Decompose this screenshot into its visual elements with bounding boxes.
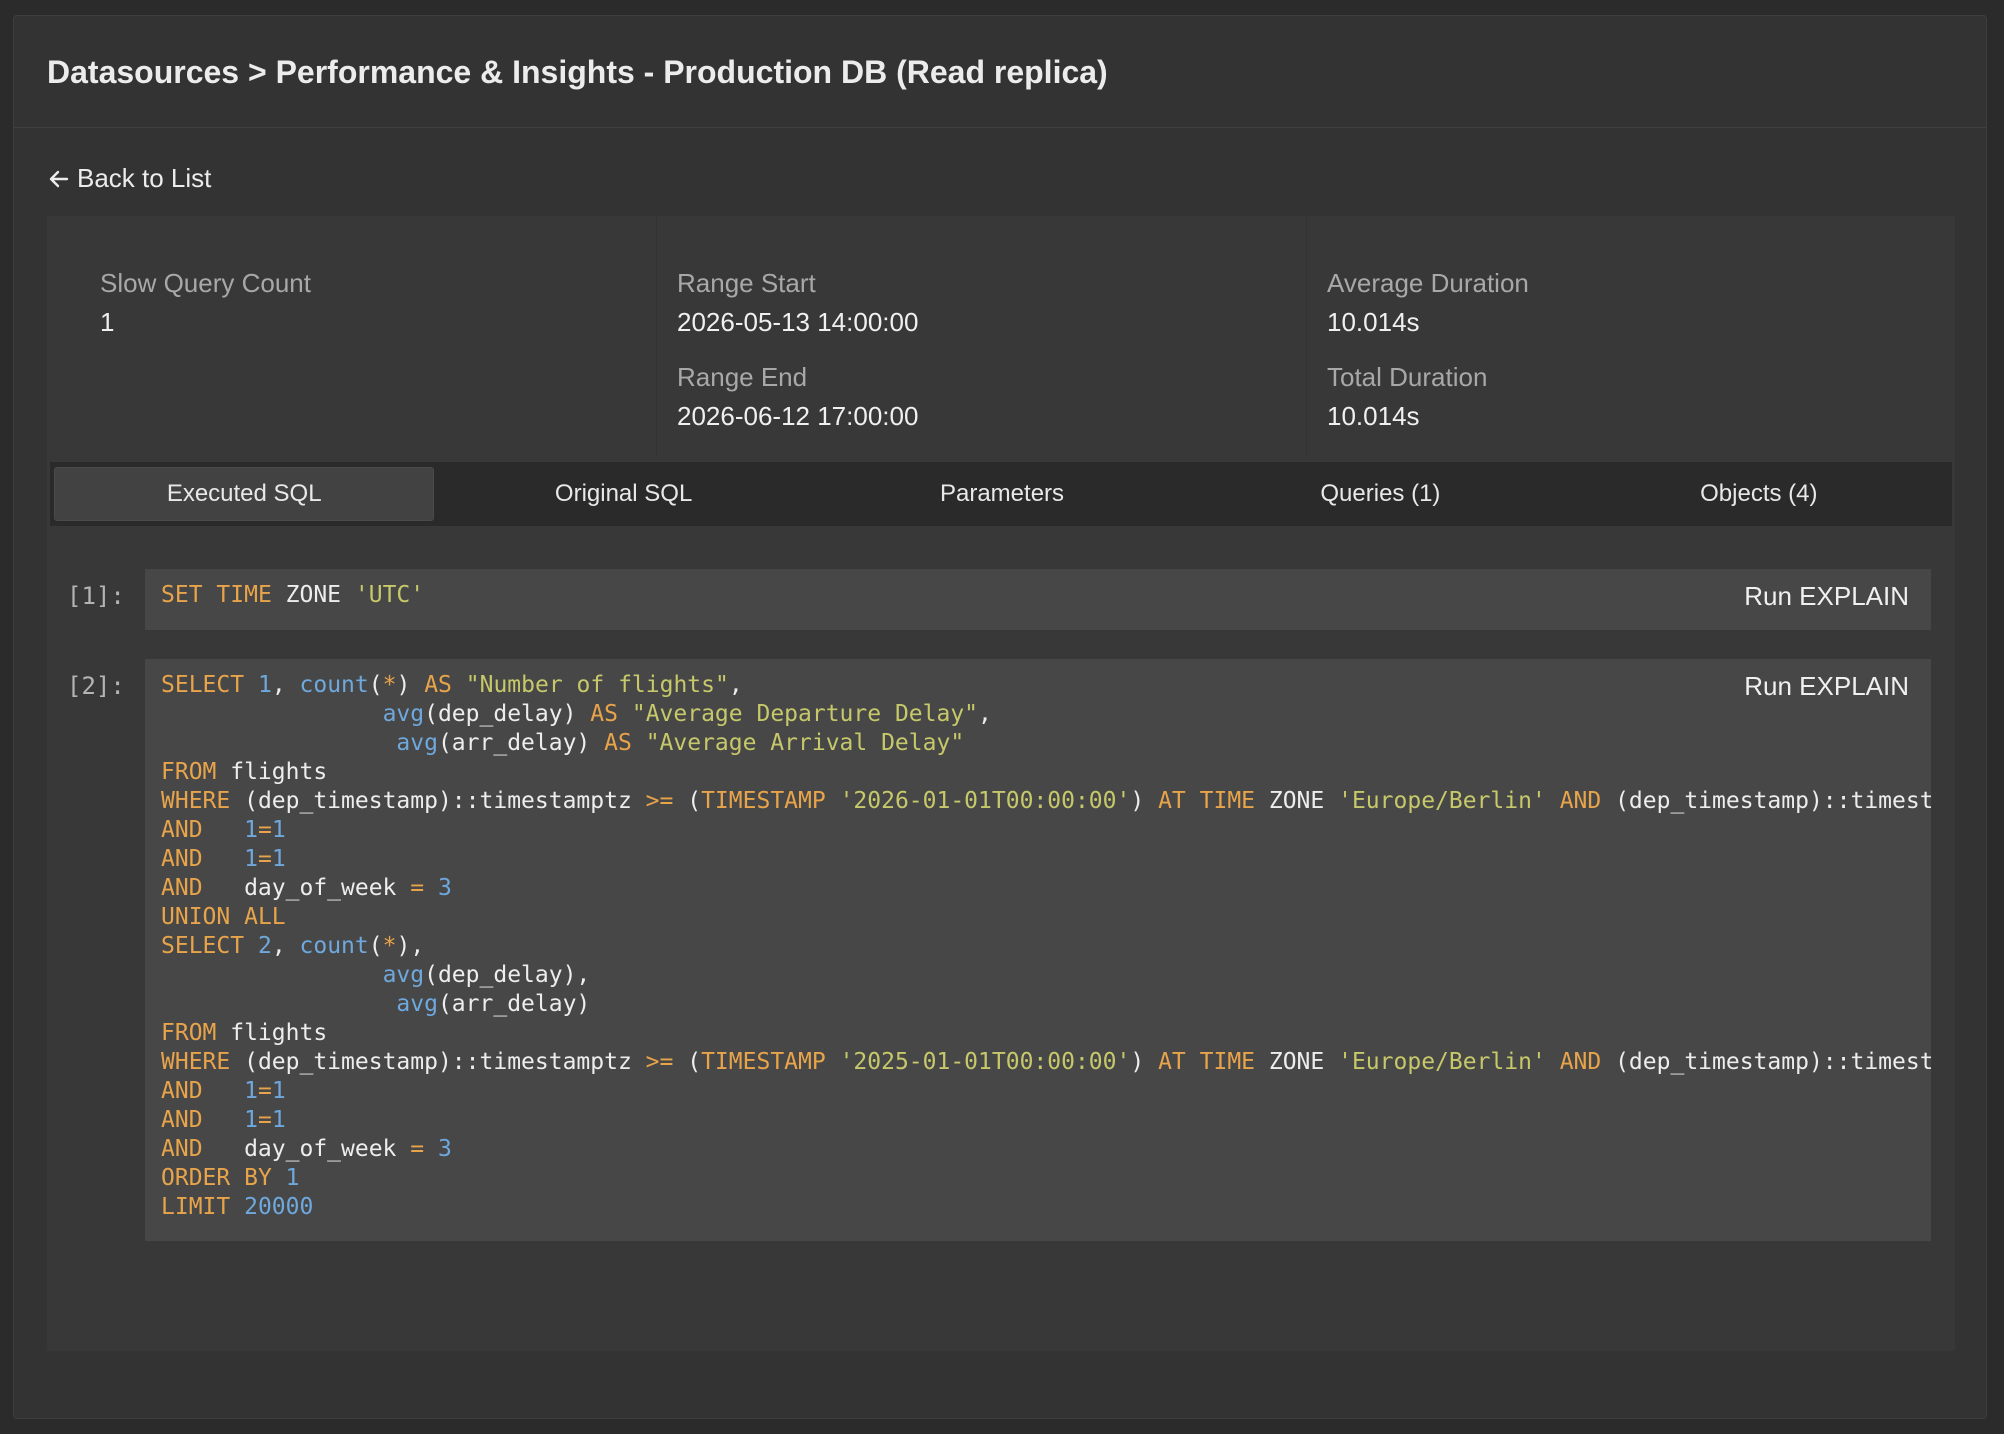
datasource-panel: Datasources > Performance & Insights - P… [13,15,1987,1419]
stat-slow-query-count: Slow Query Count 1 [100,268,311,338]
tab-executed-sql[interactable]: Executed SQL [54,467,435,521]
sql-statement-1: SET TIME ZONE 'UTC' Run EXPLAIN [145,569,1931,630]
stat-label: Total Duration [1327,362,1488,392]
arrow-left-icon [49,170,69,187]
tab-queries[interactable]: Queries (1) [1191,467,1569,521]
stat-value: 2026-06-12 17:00:00 [677,401,919,431]
stat-value: 1 [100,307,115,337]
sql-code: SET TIME ZONE 'UTC' [161,582,425,608]
stats-column-duration: Average Duration 10.014s Total Duration … [1307,216,1955,456]
sql-statement-2: SELECT 1, count(*) AS "Number of flights… [145,659,1931,1241]
tab-original-sql[interactable]: Original SQL [434,467,812,521]
stat-label: Range Start [677,268,816,298]
stat-total-duration: Total Duration 10.014s [1327,362,1487,432]
stat-range-end: Range End 2026-06-12 17:00:00 [677,362,918,432]
stats-summary: Slow Query Count 1 Range Start 2026-05-1… [47,216,1955,456]
tab-parameters[interactable]: Parameters [813,467,1191,521]
run-explain-button[interactable]: Run EXPLAIN [1744,671,1909,702]
query-details: Slow Query Count 1 Range Start 2026-05-1… [47,216,1955,1351]
stat-range-start: Range Start 2026-05-13 14:00:00 [677,268,918,338]
page-title: Datasources > Performance & Insights - P… [14,18,1986,128]
sql-code: SELECT 1, count(*) AS "Number of flights… [161,672,1931,1220]
stats-column-range: Range Start 2026-05-13 14:00:00 Range En… [657,216,1307,456]
tab-objects[interactable]: Objects (4) [1570,467,1948,521]
back-to-list-link[interactable]: Back to List [47,163,211,194]
stats-column-count: Slow Query Count 1 [47,216,657,456]
stat-label: Average Duration [1327,268,1529,298]
back-to-list-label: Back to List [77,163,212,193]
stat-value: 2026-05-13 14:00:00 [677,307,919,337]
stat-value: 10.014s [1327,307,1420,337]
stat-average-duration: Average Duration 10.014s [1327,268,1529,338]
sql-tabs: Executed SQL Original SQL Parameters Que… [50,462,1952,526]
run-explain-button[interactable]: Run EXPLAIN [1744,581,1909,612]
stat-label: Range End [677,362,808,392]
stat-label: Slow Query Count [100,268,311,298]
statement-index: [2]: [67,672,125,700]
statement-index: [1]: [67,582,125,610]
stat-value: 10.014s [1327,401,1420,431]
